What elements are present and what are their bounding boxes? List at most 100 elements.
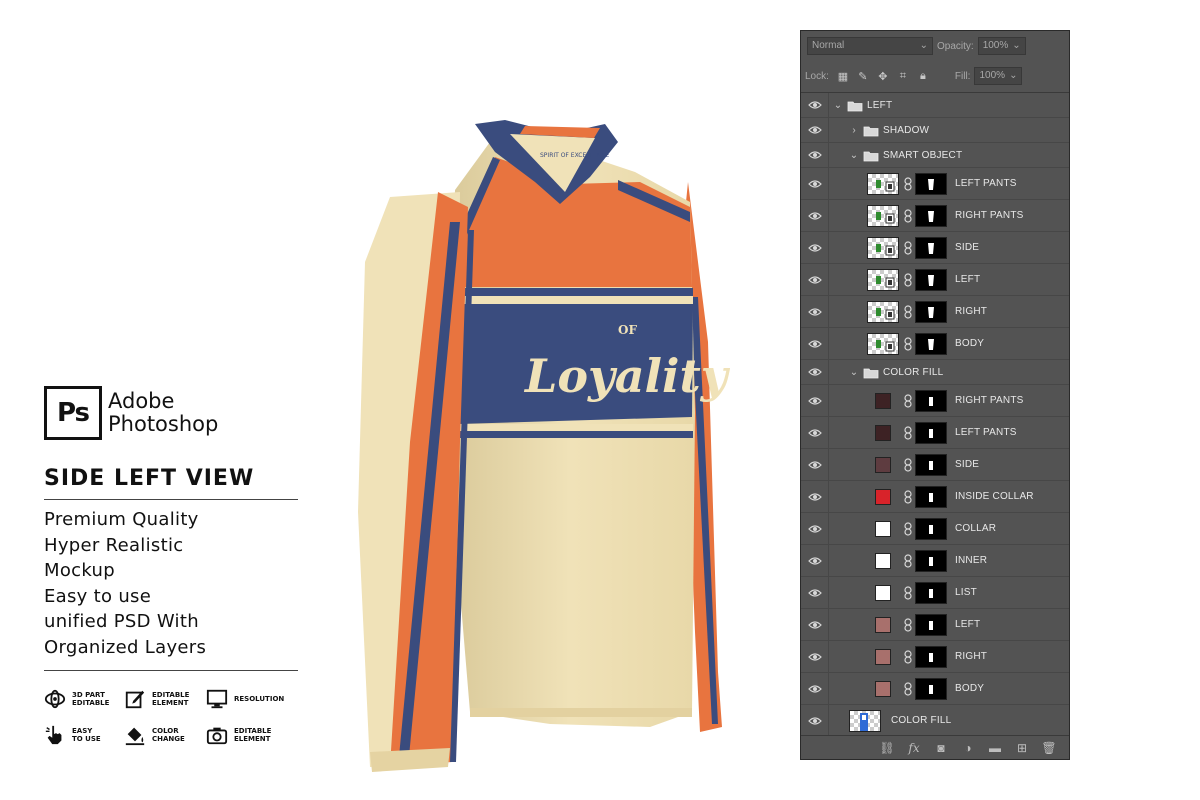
lock-all-icon[interactable]: 🔒︎	[917, 70, 929, 82]
color-fill-swatch[interactable]	[875, 520, 891, 537]
layer-row[interactable]: RIGHT PANTS	[801, 200, 1069, 232]
layer-row[interactable]: RIGHT	[801, 641, 1069, 673]
layer-mask-thumbnail[interactable]	[915, 421, 947, 444]
link-icon[interactable]	[903, 681, 913, 696]
lock-artboard-icon[interactable]: ⌗	[897, 70, 909, 82]
new-group-icon[interactable]: ▬	[987, 740, 1003, 756]
fx-icon[interactable]: fx	[906, 740, 922, 756]
color-fill-swatch[interactable]	[875, 584, 891, 601]
chevron-right-icon[interactable]: ›	[849, 125, 859, 136]
link-icon[interactable]	[903, 336, 913, 351]
layer-mask-thumbnail[interactable]	[915, 581, 947, 604]
layer-mask-thumbnail[interactable]	[915, 172, 947, 195]
layer-row[interactable]: COLLAR	[801, 513, 1069, 545]
link-icon[interactable]	[903, 617, 913, 632]
layer-mask-thumbnail[interactable]	[915, 485, 947, 508]
layer-row[interactable]: INNER	[801, 545, 1069, 577]
link-icon[interactable]	[903, 208, 913, 223]
visibility-eye-icon[interactable]	[807, 553, 823, 569]
link-layers-icon[interactable]: ⛓	[879, 740, 895, 756]
layer-row[interactable]: RIGHT	[801, 296, 1069, 328]
link-icon[interactable]	[903, 521, 913, 536]
layer-mask-thumbnail[interactable]	[915, 645, 947, 668]
add-mask-icon[interactable]: ◙	[933, 740, 949, 756]
layer-row[interactable]: SIDE	[801, 449, 1069, 481]
color-fill-swatch[interactable]	[875, 552, 891, 569]
layer-row[interactable]: COLOR FILL	[801, 705, 1069, 737]
link-icon[interactable]	[903, 272, 913, 287]
layer-row[interactable]: LEFT	[801, 609, 1069, 641]
visibility-eye-icon[interactable]	[807, 393, 823, 409]
visibility-eye-icon[interactable]	[807, 649, 823, 665]
layer-row[interactable]: INSIDE COLLAR	[801, 481, 1069, 513]
layer-mask-thumbnail[interactable]	[915, 389, 947, 412]
lock-transparent-icon[interactable]: ▦	[837, 70, 849, 83]
layer-row[interactable]: RIGHT PANTS	[801, 385, 1069, 417]
layer-mask-thumbnail[interactable]	[915, 517, 947, 540]
color-fill-swatch[interactable]	[875, 456, 891, 473]
link-icon[interactable]	[903, 489, 913, 504]
layer-row[interactable]: ⌄ COLOR FILL	[801, 360, 1069, 385]
visibility-eye-icon[interactable]	[807, 304, 823, 320]
visibility-eye-icon[interactable]	[807, 208, 823, 224]
layer-mask-thumbnail[interactable]	[915, 236, 947, 259]
visibility-eye-icon[interactable]	[807, 457, 823, 473]
layer-row[interactable]: ⌄ SMART OBJECT	[801, 143, 1069, 168]
color-fill-swatch[interactable]	[875, 488, 891, 505]
layer-mask-thumbnail[interactable]	[915, 332, 947, 355]
chevron-down-icon[interactable]: ⌄	[833, 100, 843, 111]
layer-mask-thumbnail[interactable]	[915, 549, 947, 572]
layer-mask-thumbnail[interactable]	[915, 613, 947, 636]
visibility-eye-icon[interactable]	[807, 336, 823, 352]
color-fill-swatch[interactable]	[875, 680, 891, 697]
layer-row[interactable]: LEFT	[801, 264, 1069, 296]
visibility-eye-icon[interactable]	[807, 521, 823, 537]
link-icon[interactable]	[903, 176, 913, 191]
visibility-eye-icon[interactable]	[807, 122, 823, 138]
link-icon[interactable]	[903, 393, 913, 408]
layer-mask-thumbnail[interactable]	[915, 300, 947, 323]
adjustment-layer-icon[interactable]: ◑	[960, 740, 976, 756]
visibility-eye-icon[interactable]	[807, 489, 823, 505]
link-icon[interactable]	[903, 240, 913, 255]
visibility-eye-icon[interactable]	[807, 713, 823, 729]
lock-position-icon[interactable]: ✥	[877, 70, 889, 83]
layer-row[interactable]: LIST	[801, 577, 1069, 609]
link-icon[interactable]	[903, 553, 913, 568]
layer-row[interactable]: LEFT PANTS	[801, 168, 1069, 200]
blend-mode-select[interactable]: Normal ⌄	[807, 37, 933, 55]
layer-row[interactable]: SIDE	[801, 232, 1069, 264]
layer-mask-thumbnail[interactable]	[915, 453, 947, 476]
chevron-down-icon[interactable]: ⌄	[849, 150, 859, 161]
layer-row[interactable]: LEFT PANTS	[801, 417, 1069, 449]
trash-icon[interactable]: 🗑︎	[1041, 740, 1057, 756]
color-fill-swatch[interactable]	[875, 616, 891, 633]
visibility-eye-icon[interactable]	[807, 240, 823, 256]
fill-input[interactable]: 100% ⌄	[974, 67, 1023, 85]
visibility-eye-icon[interactable]	[807, 585, 823, 601]
color-fill-swatch[interactable]	[875, 424, 891, 441]
visibility-eye-icon[interactable]	[807, 617, 823, 633]
layer-mask-thumbnail[interactable]	[915, 677, 947, 700]
visibility-eye-icon[interactable]	[807, 681, 823, 697]
link-icon[interactable]	[903, 457, 913, 472]
layer-row[interactable]: BODY	[801, 673, 1069, 705]
visibility-eye-icon[interactable]	[807, 176, 823, 192]
layer-mask-thumbnail[interactable]	[915, 204, 947, 227]
visibility-eye-icon[interactable]	[807, 364, 823, 380]
visibility-eye-icon[interactable]	[807, 147, 823, 163]
layer-mask-thumbnail[interactable]	[915, 268, 947, 291]
opacity-input[interactable]: 100% ⌄	[977, 37, 1026, 55]
chevron-down-icon[interactable]: ⌄	[849, 367, 859, 378]
link-icon[interactable]	[903, 649, 913, 664]
visibility-eye-icon[interactable]	[807, 425, 823, 441]
link-icon[interactable]	[903, 425, 913, 440]
link-icon[interactable]	[903, 304, 913, 319]
visibility-eye-icon[interactable]	[807, 272, 823, 288]
layer-row[interactable]: BODY	[801, 328, 1069, 360]
layer-row[interactable]: ⌄ LEFT	[801, 93, 1069, 118]
link-icon[interactable]	[903, 585, 913, 600]
new-layer-icon[interactable]: ⊞	[1014, 740, 1030, 756]
layer-row[interactable]: › SHADOW	[801, 118, 1069, 143]
color-fill-swatch[interactable]	[875, 392, 891, 409]
